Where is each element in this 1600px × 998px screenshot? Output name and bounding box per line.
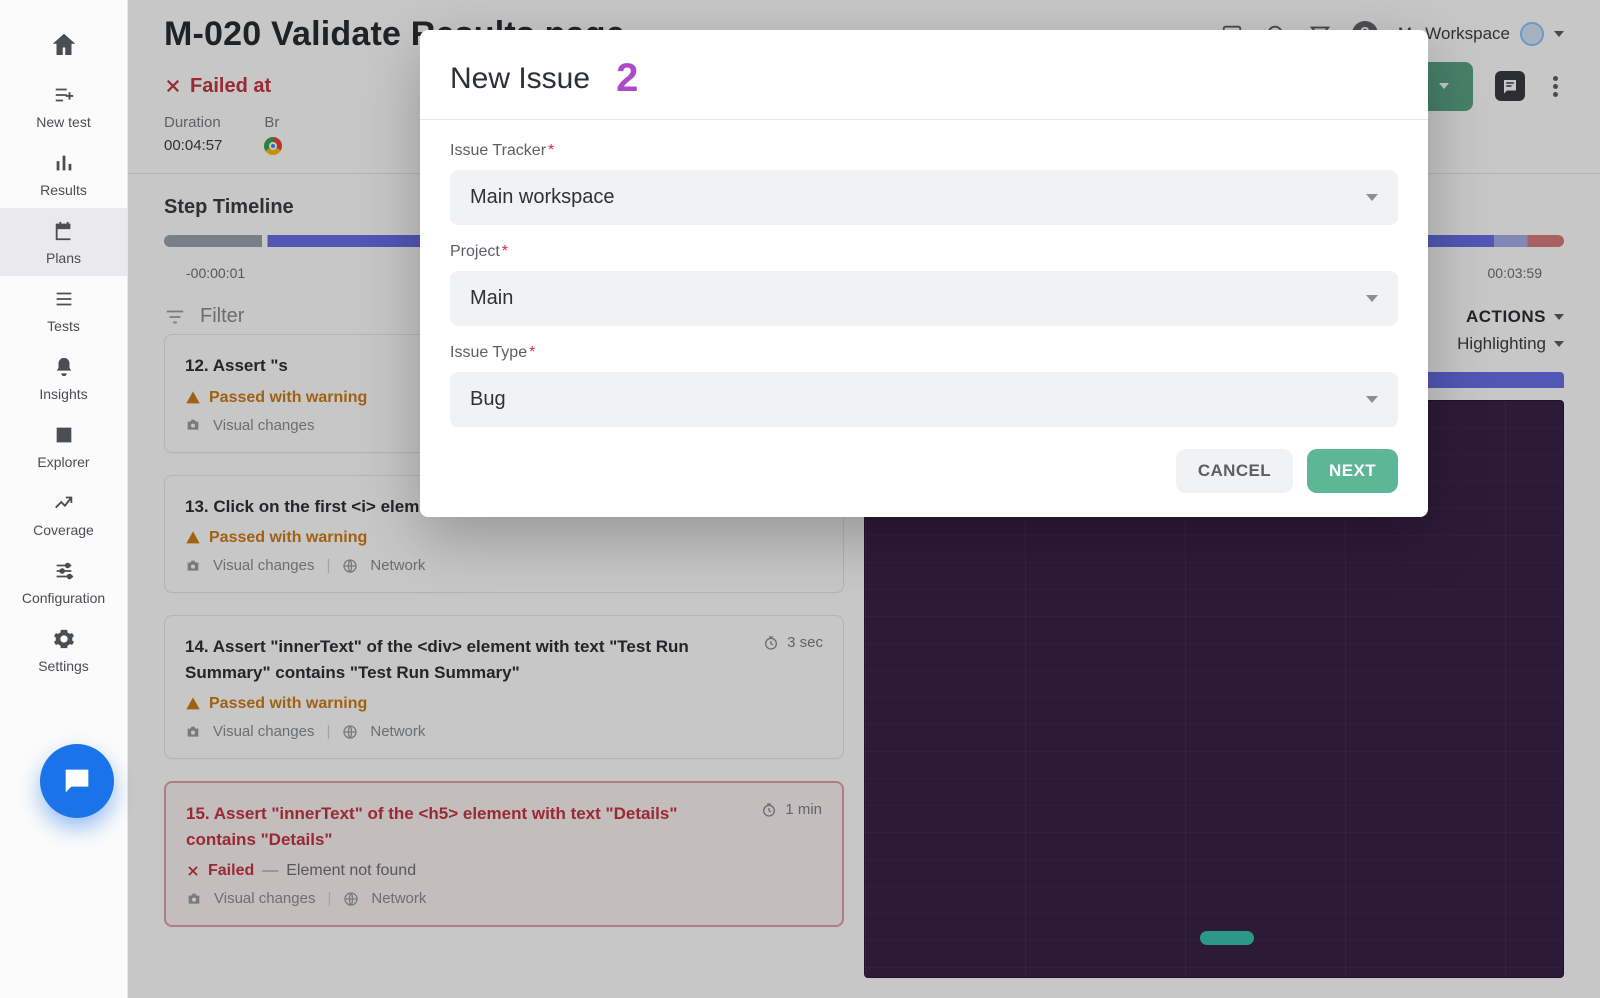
bell-icon [51,354,77,380]
select-value: Bug [470,388,506,411]
field-project: Project* Main [450,243,1398,326]
calendar-icon [51,218,77,244]
gear-icon [51,626,77,652]
chevron-down-icon [1366,194,1378,201]
modal-header: New Issue 2 [420,30,1428,120]
project-select[interactable]: Main [450,271,1398,326]
modal-title: New Issue [450,62,590,96]
sidebar-item-results[interactable]: Results [0,140,127,208]
sidebar-item-label: Coverage [33,522,94,538]
field-label: Project* [450,243,1398,261]
sidebar-item-plans[interactable]: Plans [0,208,127,276]
sidebar-item-explorer[interactable]: Explorer [0,412,127,480]
sidebar-item-label: Insights [39,386,87,402]
next-button[interactable]: NEXT [1307,449,1398,493]
sidebar-item-tests[interactable]: Tests [0,276,127,344]
sliders-icon [51,558,77,584]
field-issue-tracker: Issue Tracker* Main workspace [450,142,1398,225]
chevron-down-icon [1366,295,1378,302]
field-label: Issue Tracker* [450,142,1398,160]
modal-step-indicator: 2 [616,56,638,101]
sidebar-item-label: Tests [47,318,80,334]
modal-body: Issue Tracker* Main workspace Project* M… [420,120,1428,435]
field-issue-type: Issue Type* Bug [450,344,1398,427]
image-icon [51,422,77,448]
sidebar-item-label: Plans [46,250,81,266]
sidebar-item-insights[interactable]: Insights [0,344,127,412]
issue-tracker-select[interactable]: Main workspace [450,170,1398,225]
sidebar-item-configuration[interactable]: Configuration [0,548,127,616]
sidebar-item-label: Explorer [37,454,89,470]
sidebar-item-label: New test [36,114,90,130]
cancel-button[interactable]: CANCEL [1176,449,1293,493]
select-value: Main workspace [470,186,615,209]
new-issue-modal: New Issue 2 Issue Tracker* Main workspac… [420,30,1428,517]
sidebar-item-label: Configuration [22,590,105,606]
field-label: Issue Type* [450,344,1398,362]
list-icon [51,286,77,312]
sidebar-item-label: Results [40,182,87,198]
chevron-down-icon [1366,396,1378,403]
sidebar-item-new-test[interactable]: New test [0,72,127,140]
sidebar-item-home[interactable] [0,18,127,72]
select-value: Main [470,287,513,310]
main: M-020 Validate Results page ? My Workspa… [128,0,1600,998]
modal-footer: CANCEL NEXT [420,435,1428,517]
sidebar-item-label: Settings [38,658,89,674]
plus-list-icon [51,82,77,108]
sidebar-item-settings[interactable]: Settings [0,616,127,684]
sidebar-item-coverage[interactable]: Coverage [0,480,127,548]
issue-type-select[interactable]: Bug [450,372,1398,427]
home-icon [47,28,81,62]
sidebar: New test Results Plans Tests Insights Ex… [0,0,128,998]
bars-icon [51,150,77,176]
chat-fab[interactable] [40,744,114,818]
trend-icon [51,490,77,516]
